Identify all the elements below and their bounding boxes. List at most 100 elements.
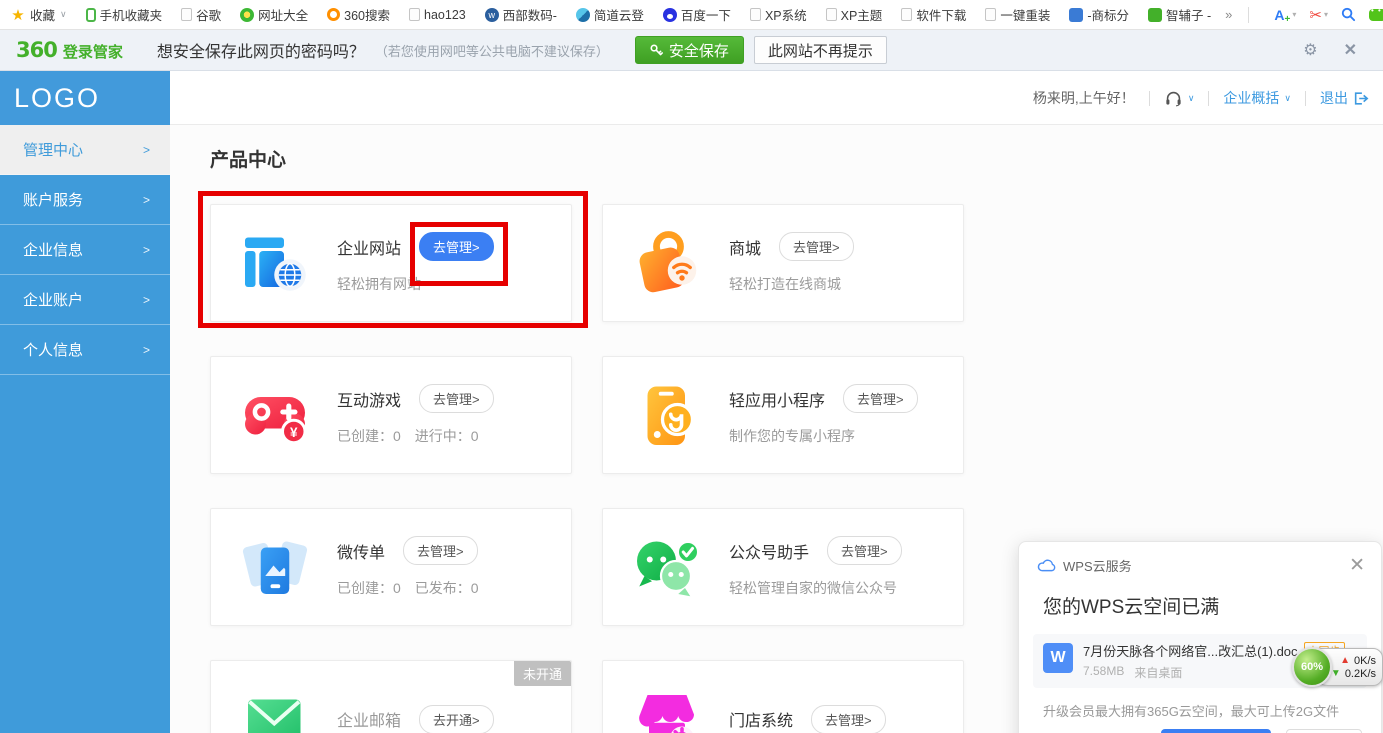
green-circle-icon	[240, 8, 254, 22]
page-icon	[985, 8, 996, 21]
page-icon	[901, 8, 912, 21]
wps-primary-button[interactable]	[1161, 729, 1271, 733]
sidebar-item-enterprise-info[interactable]: 企业信息 >	[0, 225, 170, 275]
wps-file-name: 7月份天脉各个网络官...改汇总(1).doc	[1083, 641, 1298, 660]
bookmark-item[interactable]: hao123	[409, 8, 466, 22]
dismiss-site-button[interactable]: 此网站不再提示	[754, 36, 887, 64]
product-card-store[interactable]: 门店系统 去管理>	[602, 660, 964, 733]
bookmark-item[interactable]: XP系统	[750, 5, 807, 24]
chevron-down-icon: ∨	[60, 9, 67, 20]
orange-ring-icon	[327, 8, 340, 21]
manage-button-store[interactable]: 去管理>	[811, 705, 886, 733]
bookmark-item[interactable]: 智辅子 -	[1148, 5, 1211, 24]
bookmark-item[interactable]: w西部数码-	[485, 5, 557, 24]
sidebar-item-label: 管理中心	[23, 139, 83, 160]
divider	[1149, 91, 1150, 106]
product-card-flyer[interactable]: 微传单 去管理> 已创建：0 已发布：0	[210, 508, 572, 626]
logout-icon	[1353, 91, 1369, 106]
sidebar-item-enterprise-account[interactable]: 企业账户 >	[0, 275, 170, 325]
sidebar-item-label: 账户服务	[23, 189, 83, 210]
app-header: LOGO 杨来明,上午好！ ∨ 企业概括 ∨ 退出	[0, 71, 1383, 125]
bookmark-item[interactable]: 谷歌	[181, 5, 221, 24]
wechat-icon	[631, 531, 703, 603]
bookmark-label: 谷歌	[196, 5, 221, 24]
bookmark-item[interactable]: 网址大全	[240, 5, 308, 24]
card-title: 公众号助手	[729, 539, 809, 563]
logout-label: 退出	[1320, 88, 1348, 108]
green-badge-icon	[1148, 8, 1162, 22]
password-save-hint: （若您使用网吧等公共电脑不建议保存）	[375, 41, 609, 60]
bookmark-item[interactable]: XP主题	[826, 5, 883, 24]
page-title: 产品中心	[210, 145, 286, 172]
card-stats: 已创建：0 已发布：0	[337, 578, 479, 598]
manage-button-games[interactable]: 去管理>	[419, 384, 494, 413]
activate-button-mail[interactable]: 去开通>	[419, 705, 494, 733]
network-speed-widget[interactable]: ▲0K/s ▼0.2K/s 60%	[1292, 646, 1383, 688]
manage-button-miniapp[interactable]: 去管理>	[843, 384, 918, 413]
bookmark-item[interactable]: 一键重装	[985, 5, 1050, 24]
logout-button[interactable]: 退出	[1320, 88, 1369, 108]
manage-button-flyer[interactable]: 去管理>	[403, 536, 478, 565]
bookmark-item[interactable]: 简道云登	[576, 5, 644, 24]
product-card-website[interactable]: 企业网站 去管理> 轻松拥有网站	[210, 204, 572, 322]
blue-badge-icon	[1069, 8, 1083, 22]
sidebar-item-label: 企业信息	[23, 239, 83, 260]
card-title: 商城	[729, 235, 761, 259]
product-card-mail[interactable]: 未开通 企业邮箱 去开通>	[210, 660, 572, 733]
screenshot-tool-button[interactable]: ✂▾	[1309, 6, 1328, 24]
gamepad-icon	[1369, 9, 1383, 21]
chevron-right-icon: >	[143, 343, 150, 357]
close-icon[interactable]: ✕	[1349, 556, 1365, 575]
support-menu[interactable]: ∨	[1164, 90, 1195, 107]
bookmark-item[interactable]: 百度一下	[663, 5, 731, 24]
translate-tool-button[interactable]: A+▾	[1274, 7, 1296, 23]
logo[interactable]: LOGO	[0, 71, 170, 125]
manage-button-website[interactable]: 去管理>	[419, 232, 494, 261]
bookmark-item[interactable]: 软件下载	[901, 5, 966, 24]
mall-icon	[631, 227, 703, 299]
product-card-mall[interactable]: 商城 去管理> 轻松打造在线商城	[602, 204, 964, 322]
sidebar-item-personal-info[interactable]: 个人信息 >	[0, 325, 170, 375]
status-badge: 未开通	[514, 661, 571, 686]
product-card-games[interactable]: ¥ 互动游戏 去管理> 已创建：0 进行中：0	[210, 356, 572, 474]
chevron-down-icon: ∨	[1188, 93, 1195, 104]
close-icon[interactable]: ✕	[1344, 40, 1357, 60]
card-title: 门店系统	[729, 707, 793, 731]
store-icon	[631, 683, 703, 733]
bookmark-item[interactable]: 360搜索	[327, 5, 390, 24]
flyer-icon	[239, 531, 311, 603]
bookmark-item[interactable]: 手机收藏夹	[86, 5, 163, 24]
bookmark-item[interactable]: -商标分	[1069, 5, 1129, 24]
secure-save-button[interactable]: 安全保存	[635, 36, 744, 64]
games-tool-button[interactable]: ▾	[1369, 9, 1383, 21]
bookmark-label: 百度一下	[681, 5, 731, 24]
wps-secondary-button[interactable]	[1286, 729, 1362, 733]
sidebar-item-management-center[interactable]: 管理中心 >	[0, 125, 170, 175]
gear-icon[interactable]: ⚙	[1303, 40, 1317, 60]
chevron-right-icon: >	[143, 193, 150, 207]
search-tool-button[interactable]	[1341, 7, 1356, 22]
product-card-wechat-assistant[interactable]: 公众号助手 去管理> 轻松管理自家的微信公众号	[602, 508, 964, 626]
wps-popup-header: WPS云服务 ✕	[1019, 542, 1381, 575]
blue-globe-icon: w	[485, 8, 499, 22]
download-arrow-icon: ▼	[1331, 668, 1341, 679]
manage-button-wechat[interactable]: 去管理>	[827, 536, 902, 565]
cloud-icon	[1037, 558, 1056, 573]
wps-cloud-popup: WPS云服务 ✕ 您的WPS云空间已满 W 7月份天脉各个网络官...改汇总(1…	[1018, 541, 1382, 733]
divider	[1305, 91, 1306, 106]
password-save-question: 想安全保存此网页的密码吗？	[157, 38, 365, 62]
bookmark-item[interactable]: ★收藏∨	[10, 5, 67, 24]
toolbar-divider	[1248, 7, 1249, 23]
scissors-icon: ✂	[1309, 6, 1322, 24]
card-title: 企业邮箱	[337, 707, 401, 731]
sidebar-item-account-services[interactable]: 账户服务 >	[0, 175, 170, 225]
svg-text:¥: ¥	[290, 425, 298, 440]
card-subtitle: 轻松打造在线商城	[729, 274, 854, 294]
manage-button-mall[interactable]: 去管理>	[779, 232, 854, 261]
product-card-miniapp[interactable]: 轻应用小程序 去管理> 制作您的专属小程序	[602, 356, 964, 474]
sidebar-item-label: 企业账户	[23, 289, 83, 310]
enterprise-overview-menu[interactable]: 企业概括 ∨	[1223, 88, 1291, 108]
bookmark-label: 软件下载	[916, 5, 966, 24]
wps-popup-title: 您的WPS云空间已满	[1043, 592, 1381, 619]
bookmarks-overflow-chevron[interactable]: »	[1225, 7, 1232, 22]
